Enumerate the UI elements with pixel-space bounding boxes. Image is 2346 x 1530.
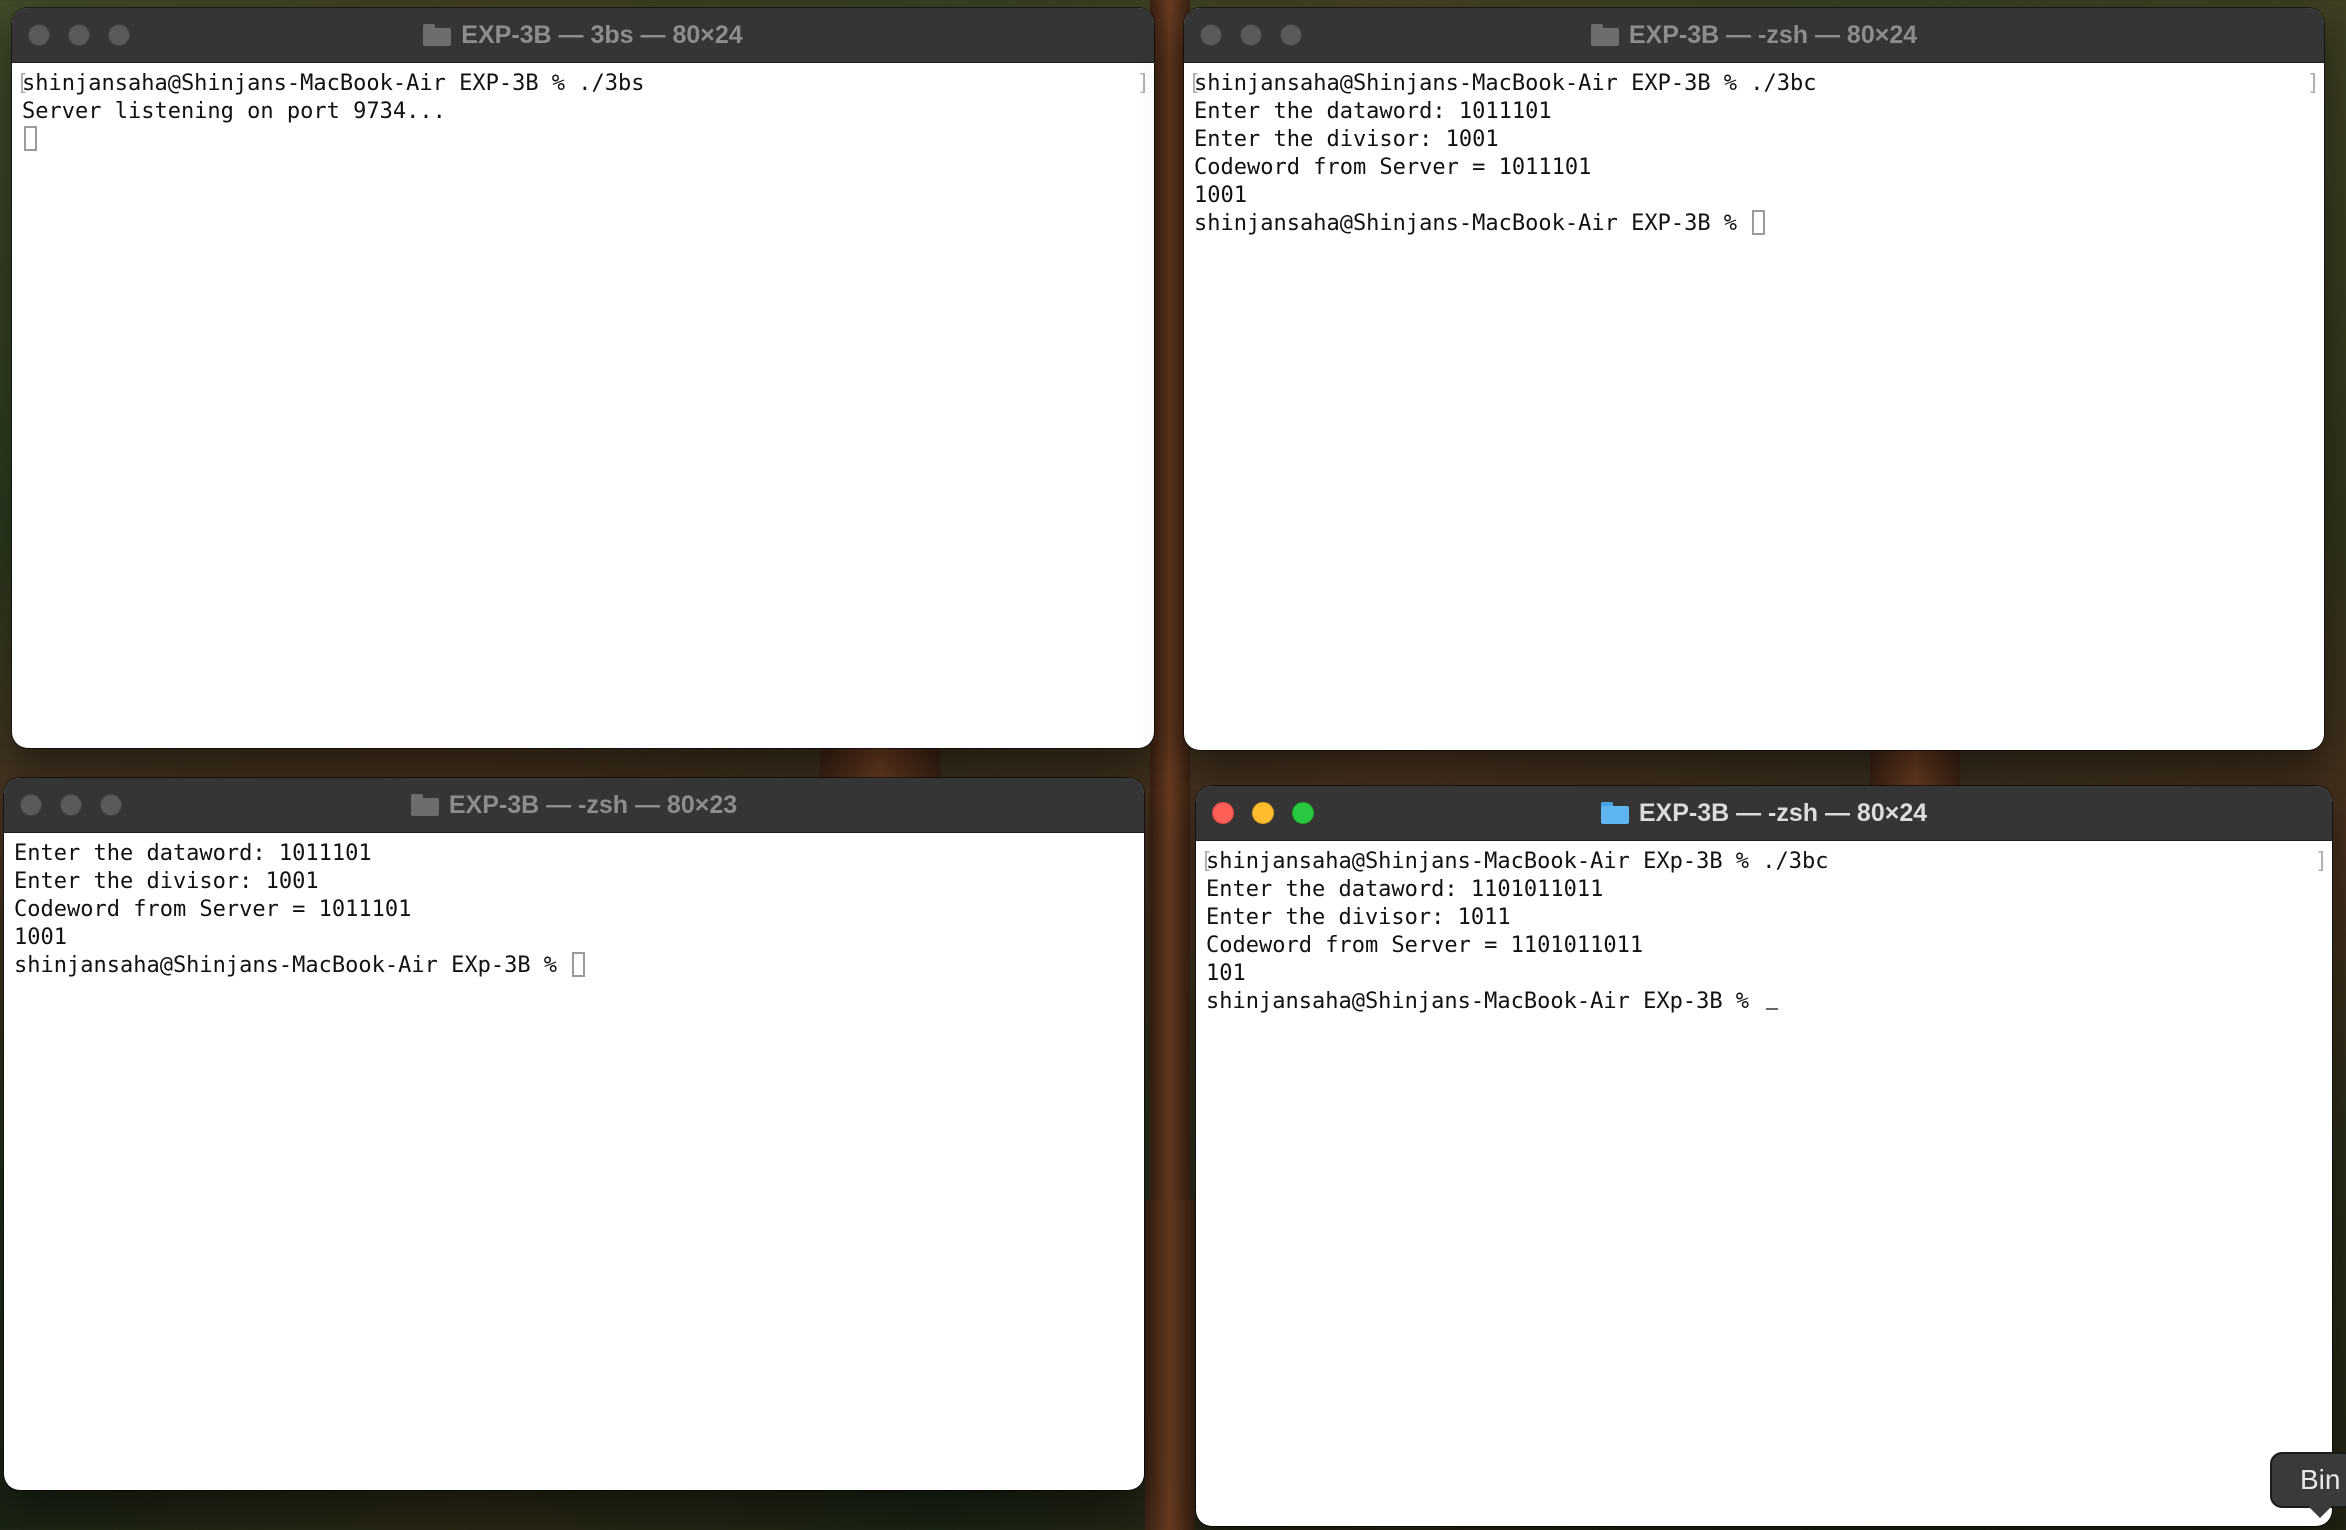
titlebar[interactable]: EXP-3B — -zsh — 80×23	[4, 778, 1144, 833]
bracket-mark: ]	[2314, 849, 2328, 874]
terminal-line: 101	[1206, 961, 1246, 986]
folder-icon	[410, 794, 439, 816]
folder-icon	[423, 24, 452, 46]
terminal-line: Codeword from Server = 1101011011	[1206, 933, 1644, 958]
window-title: EXP-3B — 3bs — 80×24	[461, 20, 743, 49]
folder-icon	[1600, 802, 1629, 824]
titlebar[interactable]: EXP-3B — -zsh — 80×24	[1184, 8, 2324, 63]
bracket-mark: ]	[1136, 71, 1150, 96]
window-title: EXP-3B — -zsh — 80×24	[1628, 20, 1918, 49]
terminal-line: 1001	[1194, 183, 1247, 208]
terminal-line: Enter the divisor: 1011	[1206, 905, 1511, 930]
folder-icon	[1590, 24, 1619, 46]
terminal-line: Codeword from Server = 1011101	[14, 897, 412, 922]
terminal-output[interactable]: Enter the dataword: 1011101 Enter the di…	[14, 840, 1134, 1490]
titlebar[interactable]: EXP-3B — -zsh — 80×24	[1196, 786, 2332, 841]
cursor	[24, 126, 37, 151]
tooltip-label: Bin	[2300, 1464, 2341, 1495]
terminal-output[interactable]: [ ] shinjansaha@Shinjans-MacBook-Air EXP…	[16, 70, 1150, 748]
cursor	[572, 952, 586, 977]
terminal-window-server[interactable]: EXP-3B — 3bs — 80×24 [ ] shinjansaha@Shi…	[12, 8, 1154, 748]
dock-tooltip: Bin	[2270, 1452, 2346, 1518]
bracket-mark: ]	[2306, 71, 2320, 96]
terminal-output[interactable]: [ ] shinjansaha@Shinjans-MacBook-Air EXp…	[1200, 848, 2328, 1526]
terminal-line: shinjansaha@Shinjans-MacBook-Air EXp-3B …	[1206, 849, 1829, 874]
terminal-line: Enter the dataword: 1011101	[1194, 99, 1552, 124]
terminal-window-client-3[interactable]: EXP-3B — -zsh — 80×24 [ ] shinjansaha@Sh…	[1196, 786, 2332, 1526]
tree-trunk	[1145, 1200, 1195, 1530]
terminal-line: Enter the divisor: 1001	[14, 869, 319, 894]
bracket-mark: [	[1188, 71, 1202, 96]
terminal-line: Enter the dataword: 1101011011	[1206, 877, 1604, 902]
cursor	[1752, 210, 1766, 235]
terminal-line: shinjansaha@Shinjans-MacBook-Air EXP-3B …	[1194, 71, 1817, 96]
terminal-window-client-1[interactable]: EXP-3B — -zsh — 80×24 [ ] shinjansaha@Sh…	[1184, 8, 2324, 750]
window-title: EXP-3B — -zsh — 80×24	[1638, 798, 1928, 827]
terminal-line: Enter the dataword: 1011101	[14, 841, 372, 866]
bracket-mark: [	[16, 71, 30, 96]
terminal-line: 1001	[14, 925, 67, 950]
bracket-mark: [	[1200, 849, 1214, 874]
terminal-prompt: shinjansaha@Shinjans-MacBook-Air EXp-3B …	[14, 953, 571, 978]
terminal-line: Codeword from Server = 1011101	[1194, 155, 1592, 180]
terminal-prompt: shinjansaha@Shinjans-MacBook-Air EXP-3B …	[1194, 211, 1751, 236]
terminal-prompt: shinjansaha@Shinjans-MacBook-Air EXp-3B …	[1206, 989, 1763, 1014]
terminal-line: Enter the divisor: 1001	[1194, 127, 1499, 152]
cursor	[1766, 1008, 1779, 1010]
terminal-line: Server listening on port 9734...	[22, 99, 446, 124]
terminal-window-client-2[interactable]: EXP-3B — -zsh — 80×23 Enter the dataword…	[4, 778, 1144, 1490]
titlebar[interactable]: EXP-3B — 3bs — 80×24	[12, 8, 1154, 63]
terminal-line: shinjansaha@Shinjans-MacBook-Air EXP-3B …	[22, 71, 645, 96]
terminal-output[interactable]: [ ] shinjansaha@Shinjans-MacBook-Air EXP…	[1188, 70, 2320, 750]
window-title: EXP-3B — -zsh — 80×23	[448, 790, 738, 819]
